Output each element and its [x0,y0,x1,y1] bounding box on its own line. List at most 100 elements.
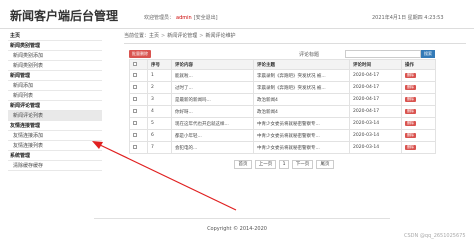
sidebar-group-category[interactable]: 新闻类别管理 [8,41,102,51]
welcome-bar: 欢迎管理员： admin [安全退出] [144,14,218,21]
table-row: 4 你好呀... 政治新闻4 2020-04-17 删除 [129,105,436,118]
cell-no: 4 [147,105,172,118]
row-checkbox[interactable] [133,144,137,149]
cell-no: 1 [147,69,172,82]
prev-page-button[interactable]: 上一页 [255,160,276,169]
sidebar-group-links[interactable]: 友情连接管理 [8,121,102,131]
table-row: 1 能就啦... 李晨录制《奔跑吧》突发状况 被... 2020-04-17 删… [129,69,436,82]
cell-content: 都是小年轻... [171,129,254,142]
sidebar-group-news[interactable]: 新闻管理 [8,71,102,81]
main-content: 当前位置：主页 > 新闻评论管理 > 新闻评论维护 批量删除 评论标题 搜索 序号 评论… [124,31,466,154]
cell-content: 会犯电的... [171,141,254,154]
row-checkbox[interactable] [133,108,137,113]
cell-topic: 中青少女委员将就秘密警察专... [253,141,350,154]
sidebar-home[interactable]: 主页 [8,31,102,41]
delete-button[interactable]: 删除 [405,85,416,90]
page-header: 新闻客户端后台管理 欢迎管理员： admin [安全退出] 2021年4月1日 星期… [0,0,474,30]
delete-button[interactable]: 删除 [405,121,416,126]
site-title: 新闻客户端后台管理 [10,9,119,23]
select-all-cell[interactable] [129,59,148,70]
breadcrumb-item-current: 新闻评论维护 [205,33,236,39]
breadcrumb-prefix: 当前位置： [124,33,150,39]
table-row: 7 会犯电的... 中青少女委员将就秘密警察专... 2020-03-14 删除 [129,141,436,154]
breadcrumb-item-comments[interactable]: 新闻评论管理 [167,33,197,39]
delete-button[interactable]: 删除 [405,133,416,138]
cell-content: 是最新的新闻吗... [171,93,254,106]
cell-time: 2020-04-17 [349,69,402,82]
cell-time: 2020-03-14 [349,117,402,130]
table-row: 5 现在这年代也开启就这样... 中青少女委员将就秘密警察专... 2020-0… [129,117,436,130]
delete-button[interactable]: 删除 [405,73,416,78]
logout-link[interactable]: [安全退出] [194,15,218,21]
breadcrumb: 当前位置：主页 > 新闻评论管理 > 新闻评论维护 [124,31,466,41]
search-label: 评论标题 [299,52,320,58]
footer-divider [94,218,390,219]
row-checkbox[interactable] [133,84,137,89]
breadcrumb-separator: > [199,33,204,39]
column-header-actions: 操作 [401,59,436,70]
cell-time: 2020-04-17 [349,81,402,94]
search-button[interactable]: 搜索 [421,50,435,58]
table-row: 6 都是小年轻... 中青少女委员将就秘密警察专... 2020-03-14 删… [129,129,436,142]
row-checkbox[interactable] [133,96,137,101]
current-page-indicator[interactable]: 1 [279,160,289,169]
welcome-prefix: 欢迎管理员： [144,15,175,21]
column-header-content: 评论内容 [171,59,254,70]
delete-button[interactable]: 删除 [405,97,416,102]
comments-table: 序号 评论内容 评论主题 评论时间 操作 1 能就啦... 李晨录制《奔跑吧》突… [129,59,436,154]
select-all-checkbox[interactable] [133,61,137,66]
sidebar-item-comment-list[interactable]: 新闻评论列表 [8,111,102,121]
sidebar-item-news-list[interactable]: 新闻列表 [8,91,102,101]
column-header-no: 序号 [147,59,172,70]
cell-no: 6 [147,129,172,142]
row-checkbox[interactable] [133,132,137,137]
table-header-row: 序号 评论内容 评论主题 评论时间 操作 [129,59,436,70]
cell-content: 你好呀... [171,105,254,118]
breadcrumb-item-home[interactable]: 主页 [149,33,159,39]
cell-time: 2020-04-17 [349,93,402,106]
header-divider [0,28,474,29]
cell-topic: 李晨录制《奔跑吧》突发状况 被... [253,69,350,82]
current-datetime: 2021年4月1日 星期四 4:23:53 [372,15,444,21]
sidebar-item-category-list[interactable]: 新闻类别列表 [8,61,102,71]
sidebar-item-link-list[interactable]: 友情连接列表 [8,141,102,151]
column-header-time: 评论时间 [349,59,402,70]
cell-no: 3 [147,93,172,106]
cell-content: 现在这年代也开启就这样... [171,117,254,130]
cell-no: 5 [147,117,172,130]
sidebar: 主页 新闻类别管理 新闻类别添加 新闻类别列表 新闻管理 新闻添加 新闻列表 新… [8,31,102,216]
table-row: 3 是最新的新闻吗... 政治新闻4 2020-04-17 删除 [129,93,436,106]
sidebar-group-system[interactable]: 系统管理 [8,151,102,161]
cell-topic: 中青少女委员将就秘密警察专... [253,129,350,142]
watermark: CSDN @qq_2651025675 [404,233,466,239]
sidebar-item-news-add[interactable]: 新闻添加 [8,81,102,91]
admin-name: admin [176,15,192,21]
breadcrumb-separator: > [161,33,166,39]
sidebar-item-clear-cache[interactable]: 清除缓存缓存 [8,161,102,171]
column-header-topic: 评论主题 [253,59,350,70]
footer-copyright: Copyright © 2014-2020 [207,226,267,232]
breadcrumb-divider [124,43,466,44]
cell-topic: 政治新闻4 [253,105,350,118]
bulk-delete-button[interactable]: 批量删除 [129,50,151,58]
table-row: 2 过时了... 李晨录制《奔跑吧》突发状况 被... 2020-04-17 删… [129,81,436,94]
cell-content: 能就啦... [171,69,254,82]
row-checkbox[interactable] [133,72,137,77]
cell-time: 2020-03-14 [349,129,402,142]
cell-topic: 李晨录制《奔跑吧》突发状况 被... [253,81,350,94]
sidebar-item-category-add[interactable]: 新闻类别添加 [8,51,102,61]
first-page-button[interactable]: 首页 [234,160,252,169]
delete-button[interactable]: 删除 [405,145,416,150]
search-input[interactable] [345,50,421,58]
sidebar-group-comments[interactable]: 新闻评论管理 [8,101,102,111]
last-page-button[interactable]: 尾页 [316,160,334,169]
cell-topic: 政治新闻4 [253,93,350,106]
sidebar-item-link-add[interactable]: 友情连接添加 [8,131,102,141]
cell-no: 2 [147,81,172,94]
cell-no: 7 [147,141,172,154]
delete-button[interactable]: 删除 [405,109,416,114]
cell-time: 2020-04-17 [349,105,402,118]
row-checkbox[interactable] [133,120,137,125]
next-page-button[interactable]: 下一页 [292,160,313,169]
cell-time: 2020-03-14 [349,141,402,154]
